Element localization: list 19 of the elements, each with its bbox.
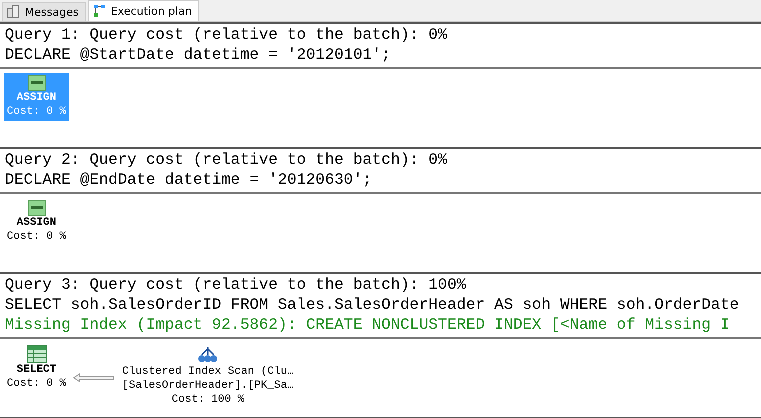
tsql-icon bbox=[28, 200, 46, 216]
flow-arrow bbox=[73, 373, 116, 383]
query-cost-header: Query 3: Query cost (relative to the batch): 100% bbox=[5, 275, 468, 295]
query-cost-header: Query 2: Query cost (relative to the batch): 0% bbox=[5, 150, 448, 170]
tab[interactable]: Execution plan bbox=[88, 0, 200, 21]
sql-statement: DECLARE @EndDate datetime = '20120630'; bbox=[5, 170, 374, 190]
missing-index-hint: Missing Index (Impact 92.5862): CREATE NONCLUSTERED INDEX [<Name of Missing I bbox=[5, 315, 731, 335]
table-icon bbox=[26, 345, 47, 363]
index-scan-icon bbox=[197, 345, 220, 365]
sql-statement: DECLARE @StartDate datetime = '20120101'; bbox=[5, 45, 392, 65]
plan-node[interactable]: ASSIGN Cost: 0 % bbox=[4, 198, 70, 246]
sql-statement: SELECT soh.SalesOrderID FROM Sales.SalesOrderHeader AS soh WHERE soh.OrderDate bbox=[5, 295, 740, 315]
document-icon bbox=[7, 5, 21, 19]
query-cost-header: Query 1: Query cost (relative to the batch): 0% bbox=[5, 25, 448, 45]
plan-node[interactable]: Clustered Index Scan (Clu… [SalesOrderHeader].[PK_Sa… Cost: 100 % bbox=[119, 343, 298, 409]
tsql-icon bbox=[28, 75, 46, 91]
tab[interactable]: Messages bbox=[2, 2, 86, 21]
plan-node[interactable]: SELECT Cost: 0 % bbox=[4, 343, 70, 393]
plan-icon bbox=[92, 4, 107, 18]
